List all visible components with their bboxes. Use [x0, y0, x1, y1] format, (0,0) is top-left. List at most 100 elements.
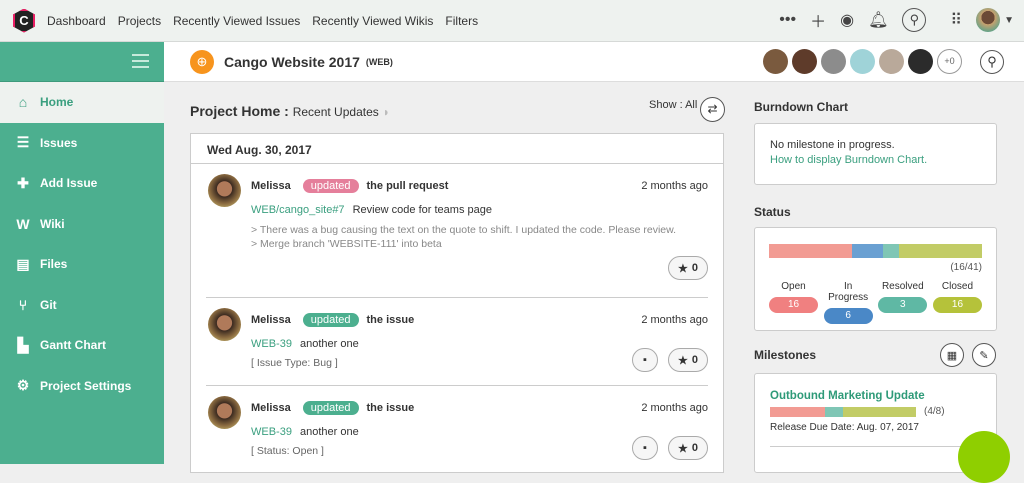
sidebar-item-settings[interactable]: ⚙ Project Settings [0, 366, 164, 407]
status-count: 16 [932, 297, 982, 313]
member-avatar[interactable] [763, 49, 788, 74]
project-title[interactable]: Cango Website 2017 [224, 54, 360, 70]
git-icon: ⑂ [18, 296, 28, 313]
pencil-icon[interactable]: ✎ [972, 343, 996, 367]
app-logo[interactable]: C [13, 8, 35, 33]
item-summary: Review code for teams page [352, 204, 492, 216]
more-icon[interactable]: ••• [779, 11, 796, 29]
user-avatar[interactable] [208, 308, 241, 341]
member-avatar[interactable] [792, 49, 817, 74]
burndown-help-link[interactable]: How to display Burndown Chart. [770, 154, 981, 166]
feed-item: Melissa updated the issue 2 months ago WEB… [206, 386, 708, 474]
item-link[interactable]: WEB-39 [251, 338, 292, 350]
star-button[interactable]: ★ 0 [668, 436, 708, 460]
nav-dashboard[interactable]: Dashboard [47, 14, 106, 28]
sidebar-label: Files [40, 257, 68, 272]
nav-filters[interactable]: Filters [445, 14, 478, 28]
sidebar-item-home[interactable]: ⌂ Home [0, 82, 164, 123]
gear-icon: ⚙ [16, 377, 30, 394]
milestone-name[interactable]: Outbound Marketing Update [770, 390, 981, 402]
bell-icon[interactable]: 🔔︎ [868, 10, 888, 30]
sidebar-item-wiki[interactable]: W Wiki [0, 204, 164, 245]
more-members-button[interactable]: +0 [937, 49, 962, 74]
sidebar-item-git[interactable]: ⑂ Git [0, 285, 164, 326]
item-link[interactable]: WEB/cango_site#7 [251, 204, 345, 216]
chevron-down-icon[interactable]: ▼ [1004, 15, 1014, 26]
status-count: 6 [823, 308, 873, 324]
sidebar-label: Gantt Chart [40, 338, 106, 353]
sidebar-label: Add Issue [40, 176, 98, 191]
sidebar: ⌂ Home ☰ Issues ✚ Add Issue W Wiki ▤ Files ⑂ G… [0, 42, 164, 464]
page-subtitle: Recent Updates [292, 105, 379, 119]
plus-icon[interactable]: ＋ [810, 8, 826, 32]
detail-line: > There was a bug causing the text on th… [251, 224, 677, 236]
nav-projects[interactable]: Projects [118, 14, 161, 28]
item-link[interactable]: WEB-39 [251, 426, 292, 438]
status-closed[interactable]: Closed 16 [932, 281, 982, 324]
status-in-progress[interactable]: In Progress 6 [823, 281, 873, 324]
list-icon: ☰ [16, 134, 30, 151]
status-open[interactable]: Open 16 [769, 281, 818, 324]
user-avatar[interactable] [208, 396, 241, 429]
sidebar-item-gantt[interactable]: ▙ Gantt Chart [0, 325, 164, 366]
filter-settings-icon[interactable]: ⇄ [700, 97, 725, 122]
bar-segment-closed [898, 244, 982, 258]
feed-item: Melissa updated the issue 2 months ago WEB… [206, 298, 708, 386]
feed-date: Wed Aug. 30, 2017 [191, 134, 723, 164]
star-button[interactable]: ★ 0 [668, 256, 708, 280]
member-avatar[interactable] [908, 49, 933, 74]
rss-icon[interactable]: ◗ [383, 105, 390, 119]
detail-line: [ Status: Open ] [251, 445, 324, 457]
comment-icon: ▪ [643, 442, 647, 454]
hamburger-icon[interactable] [132, 54, 149, 68]
status-resolved[interactable]: Resolved 3 [878, 281, 928, 324]
bar-segment-in-progress [852, 244, 884, 258]
timestamp: 2 months ago [641, 180, 708, 192]
search-icon[interactable]: ⚲ [980, 49, 1004, 74]
nav-recent-issues[interactable]: Recently Viewed Issues [173, 14, 300, 28]
chat-widget-button[interactable] [958, 431, 1010, 483]
milestone-progress-bar [770, 406, 916, 417]
sidebar-item-issues[interactable]: ☰ Issues [0, 123, 164, 164]
feed-item: Melissa updated the pull request 2 months … [206, 164, 708, 298]
folder-icon: ▤ [16, 255, 30, 272]
page-title: Project Home : Recent Updates ◗ [190, 103, 390, 119]
status-label: In Progress [828, 281, 869, 303]
user-avatar[interactable] [976, 8, 1001, 32]
bar-segment-resolved [824, 406, 843, 417]
search-icon[interactable]: ⚲ [902, 8, 927, 32]
user-name[interactable]: Melissa [251, 180, 291, 192]
burndown-message: No milestone in progress. [770, 139, 895, 151]
star-button[interactable]: ★ 0 [668, 348, 708, 372]
sidebar-item-files[interactable]: ▤ Files [0, 244, 164, 285]
status-count: 3 [878, 297, 928, 313]
user-name[interactable]: Melissa [251, 402, 291, 414]
bar-segment-resolved [883, 244, 899, 258]
bar-segment-closed [843, 406, 916, 417]
comment-button[interactable]: ▪ [632, 436, 658, 460]
user-avatar[interactable] [208, 174, 241, 207]
nav-recent-wikis[interactable]: Recently Viewed Wikis [312, 14, 433, 28]
status-bar [769, 244, 982, 258]
calendar-icon[interactable]: ▦ [940, 343, 964, 367]
milestones-title: Milestones [754, 348, 817, 362]
member-avatar[interactable] [821, 49, 846, 74]
project-members: +0 ⚲ [763, 49, 1004, 74]
eye-icon[interactable]: ◉ [840, 10, 854, 30]
sidebar-label: Issues [40, 135, 78, 150]
status-title: Status [754, 205, 791, 219]
show-filter-label: Show : All [649, 99, 698, 111]
item-summary: another one [299, 426, 359, 438]
member-avatar[interactable] [850, 49, 875, 74]
user-name[interactable]: Melissa [251, 314, 291, 326]
member-avatar[interactable] [879, 49, 904, 74]
comment-button[interactable]: ▪ [632, 348, 658, 372]
wiki-icon: W [16, 215, 30, 232]
project-header: ⊕ Cango Website 2017 (WEB) +0 ⚲ [164, 42, 1024, 82]
star-icon: ★ [678, 354, 688, 367]
sidebar-item-add-issue[interactable]: ✚ Add Issue [0, 163, 164, 204]
item-summary: another one [299, 338, 359, 350]
star-icon: ★ [678, 262, 688, 275]
top-nav: C Dashboard Projects Recently Viewed Issue… [0, 0, 1024, 42]
apps-grid-icon[interactable]: ⠿ [950, 10, 962, 30]
